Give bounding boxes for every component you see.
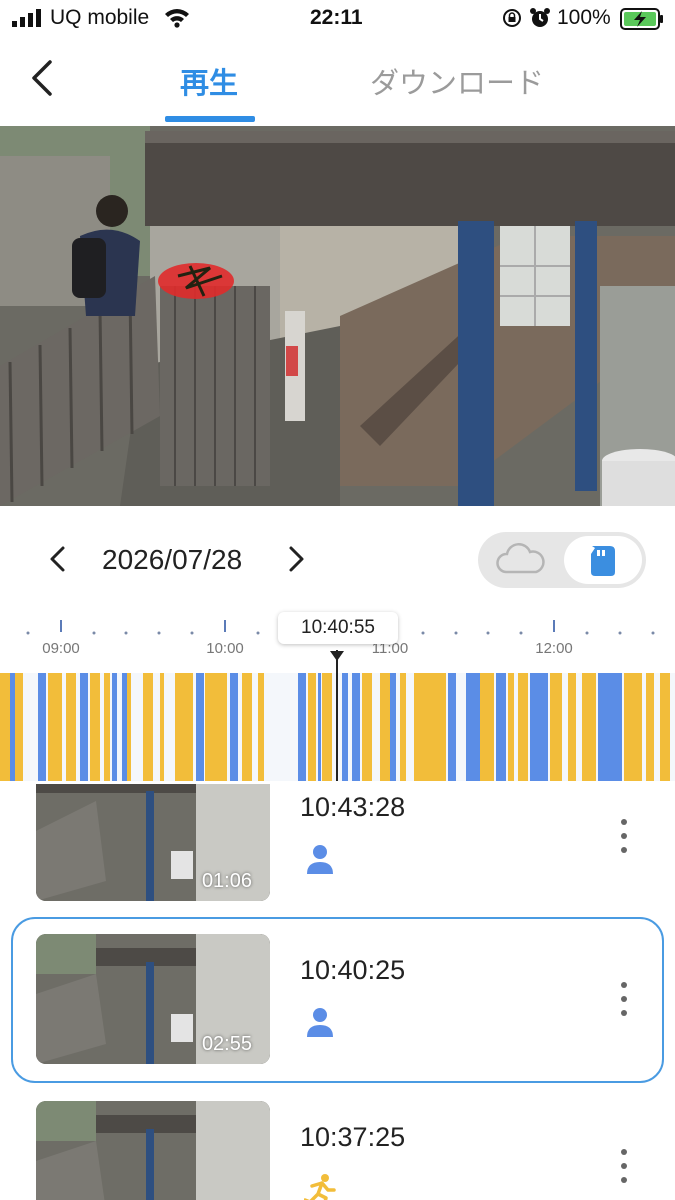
tick-label: 12:00 [535,640,573,657]
tick-label: 10:00 [206,640,244,657]
carrier-name: UQ mobile [50,6,150,29]
clip-thumbnail: 02:55 [36,934,270,1064]
cellular-signal-icon [12,9,41,27]
previous-day-chevron-icon[interactable] [44,542,72,576]
tab-download[interactable]: ダウンロード [370,60,544,102]
clip-thumbnail: 01:06 [36,784,270,901]
running-person-icon [304,1174,336,1200]
selected-date[interactable]: 2026/07/28 [102,544,242,576]
clip-duration: 02:55 [201,1033,252,1055]
next-day-chevron-icon[interactable] [282,542,310,576]
battery-percent: 100% [557,6,611,29]
camera-frame [0,126,675,506]
header: 再生 ダウンロード [0,42,675,126]
person-icon [307,845,333,874]
more-options-icon[interactable] [608,977,640,1021]
playhead-marker[interactable] [335,650,339,781]
storage-source-toggle[interactable] [478,532,646,588]
clip-time: 10:43:28 [300,792,406,822]
tab-playback[interactable]: 再生 [180,60,238,102]
video-player[interactable] [0,126,675,506]
thumbnail-scene [36,1101,270,1200]
clip-time: 10:40:25 [300,955,406,985]
alarm-clock-icon [530,8,550,27]
clip-duration: 01:06 [201,870,252,892]
clock-time: 22:11 [310,6,363,29]
sd-card-option[interactable] [564,536,642,584]
clip-item-selected[interactable]: 02:55 10:40:25 [0,917,675,1083]
date-navigation: 2026/07/28 [0,520,675,600]
clip-item[interactable]: 01:06 10:43:28 [0,784,675,920]
cloud-icon[interactable] [492,540,548,580]
more-options-icon[interactable] [608,814,640,858]
tick-label: 09:00 [42,640,80,657]
sd-card-icon [591,546,615,576]
status-bar: UQ mobile 22:11 100% [0,0,675,38]
timeline[interactable]: 09:00 10:00 11:00 12:00 10:40:55 [0,604,675,784]
current-time-bubble: 10:40:55 [278,612,398,644]
active-tab-indicator [165,116,255,122]
clip-list: 01:06 10:43:28 02:55 10:40:25 10:37:25 [0,784,675,1200]
clip-item[interactable]: 10:37:25 [0,1084,675,1200]
clip-thumbnail [36,1101,270,1200]
more-options-icon[interactable] [608,1144,640,1188]
person-icon [307,1008,333,1037]
battery-charging-icon [620,8,663,30]
back-arrow-icon[interactable] [24,56,64,100]
clip-time: 10:37:25 [300,1122,406,1152]
wifi-icon [165,9,189,28]
orientation-lock-icon [503,9,521,27]
playhead-triangle-icon [330,651,344,661]
